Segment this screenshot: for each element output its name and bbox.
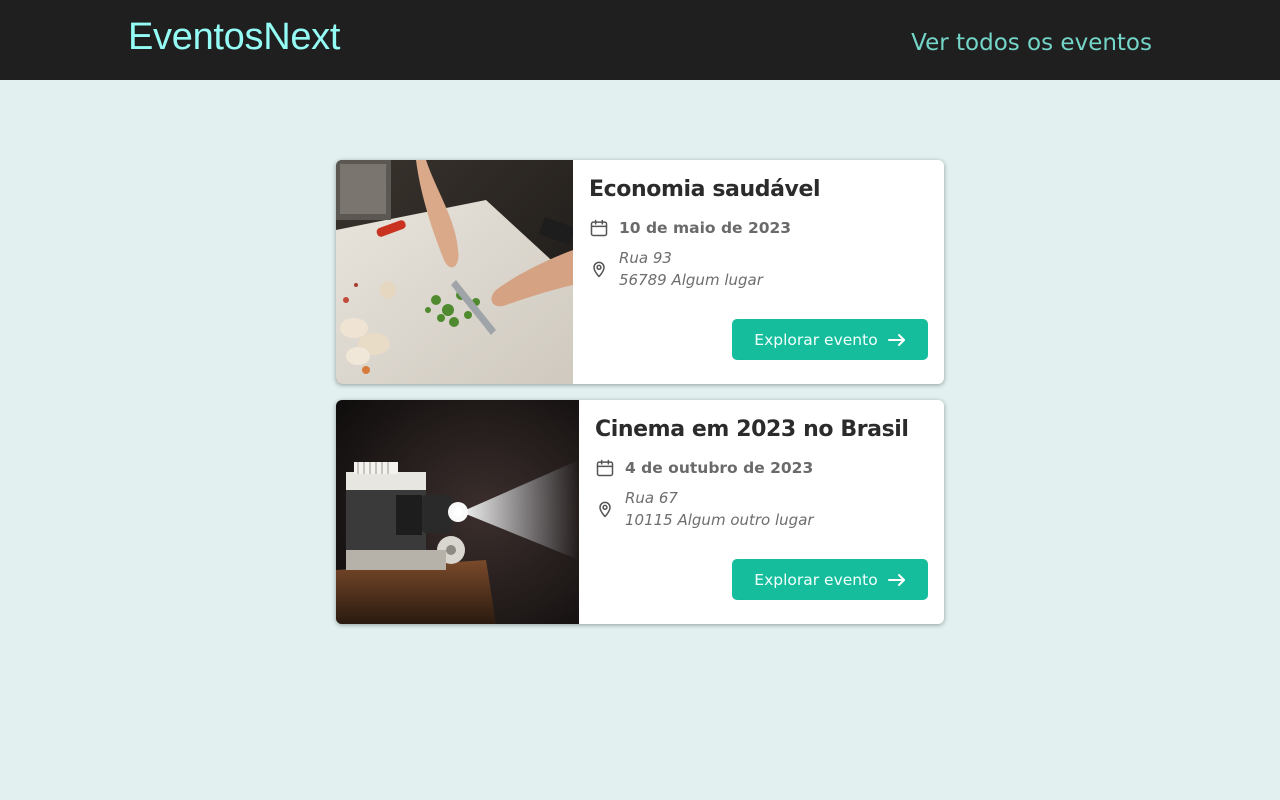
event-image-cooking: [336, 160, 573, 384]
address-line-1: Rua 67: [625, 489, 678, 507]
event-address: Rua 93 56789 Algum lugar: [619, 247, 763, 291]
event-address-row: Rua 93 56789 Algum lugar: [589, 247, 928, 291]
site-logo[interactable]: EventosNext: [128, 16, 340, 59]
arrow-right-icon: [887, 333, 905, 346]
event-date: 4 de outubro de 2023: [625, 459, 814, 477]
event-title: Economia saudável: [589, 177, 821, 202]
event-list: Economia saudável 10 de maio de 2023 Rua…: [336, 160, 944, 640]
event-title: Cinema em 2023 no Brasil: [595, 417, 909, 442]
top-header: EventosNext Ver todos os eventos: [0, 0, 1280, 80]
address-line-1: Rua 93: [619, 249, 672, 267]
calendar-icon: [596, 459, 614, 477]
event-date-row: 4 de outubro de 2023: [595, 458, 928, 478]
event-date: 10 de maio de 2023: [619, 219, 792, 237]
event-card: Cinema em 2023 no Brasil 4 de outubro de…: [336, 400, 944, 624]
all-events-link[interactable]: Ver todos os eventos: [911, 30, 1152, 56]
event-address: Rua 67 10115 Algum outro lugar: [625, 487, 814, 531]
event-details: Economia saudável 10 de maio de 2023 Rua…: [573, 160, 944, 384]
location-pin-icon: [599, 501, 611, 518]
explore-event-label: Explorar evento: [754, 330, 878, 349]
event-card: Economia saudável 10 de maio de 2023 Rua…: [336, 160, 944, 384]
address-line-2: 10115 Algum outro lugar: [625, 511, 814, 529]
explore-event-button[interactable]: Explorar evento: [732, 319, 928, 360]
event-details: Cinema em 2023 no Brasil 4 de outubro de…: [579, 400, 944, 624]
event-address-row: Rua 67 10115 Algum outro lugar: [595, 487, 928, 531]
arrow-right-icon: [887, 573, 905, 586]
event-date-row: 10 de maio de 2023: [589, 218, 928, 238]
calendar-icon: [590, 219, 608, 237]
explore-event-label: Explorar evento: [754, 570, 878, 589]
location-pin-icon: [593, 261, 605, 278]
explore-event-button[interactable]: Explorar evento: [732, 559, 928, 600]
event-image-projector: [336, 400, 579, 624]
address-line-2: 56789 Algum lugar: [619, 271, 763, 289]
